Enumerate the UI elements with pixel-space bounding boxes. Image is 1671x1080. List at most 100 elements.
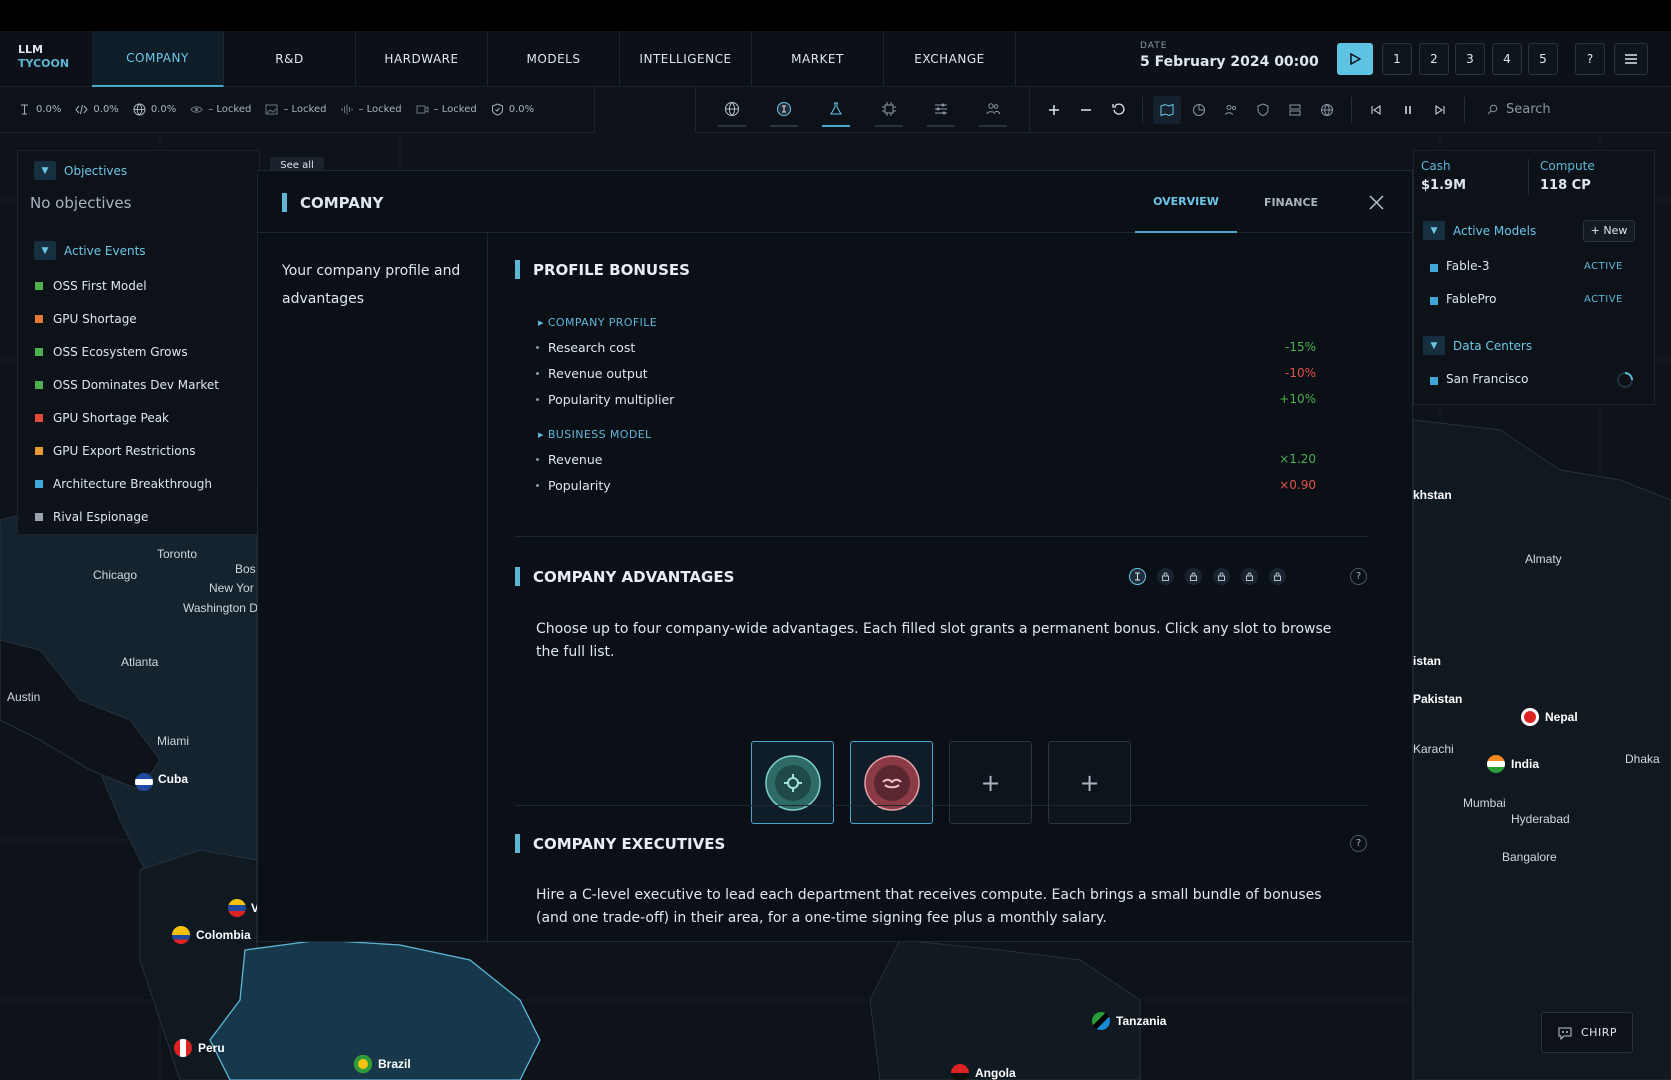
lock-icon[interactable] — [1241, 568, 1258, 585]
tab-hardware[interactable]: HARDWARE — [356, 31, 488, 87]
speed-4-button[interactable]: 4 — [1492, 43, 1522, 75]
datacenter-status-icon — [1430, 377, 1438, 385]
view-settings-button[interactable] — [926, 93, 955, 127]
map-search[interactable]: Search — [1487, 102, 1551, 117]
chip-icon — [881, 101, 896, 116]
tab-company[interactable]: COMPANY — [92, 31, 224, 87]
menu-button[interactable] — [1614, 43, 1648, 75]
active-models-header[interactable]: ▼ Active Models — [1423, 221, 1536, 240]
section-accent — [515, 834, 520, 853]
lock-icon[interactable] — [1157, 568, 1174, 585]
event-item[interactable]: OSS Dominates Dev Market — [18, 368, 258, 401]
event-status-icon — [35, 413, 43, 422]
layer-people-button[interactable] — [1217, 96, 1245, 124]
tab-rnd[interactable]: R&D — [224, 31, 356, 87]
lock-icon[interactable] — [1185, 568, 1202, 585]
executives-help-icon[interactable]: ? — [1350, 835, 1367, 852]
event-item[interactable]: GPU Shortage Peak — [18, 401, 258, 434]
company-profile-label[interactable]: ▸ COMPANY PROFILE — [538, 316, 657, 329]
active-events-header[interactable]: ▼ Active Events — [34, 241, 146, 260]
layer-map-button[interactable] — [1153, 95, 1181, 124]
cash-label: Cash — [1421, 159, 1451, 173]
bonus-value: -15% — [1284, 340, 1316, 354]
event-label: OSS First Model — [53, 278, 147, 293]
active-events-title: Active Events — [64, 243, 146, 258]
close-button[interactable] — [1361, 187, 1391, 217]
event-item[interactable]: GPU Shortage — [18, 302, 258, 335]
lock-icon[interactable] — [1213, 568, 1230, 585]
tab-overview[interactable]: OVERVIEW — [1135, 171, 1237, 233]
chirp-button[interactable]: CHIRP — [1541, 1012, 1633, 1053]
view-intel-button[interactable] — [770, 93, 799, 127]
bonus-row: Popularity ×0.90 — [536, 475, 1316, 495]
tab-finance[interactable]: FINANCE — [1241, 171, 1341, 233]
datacenter-item[interactable]: San Francisco — [1414, 370, 1654, 392]
speed-3-button[interactable]: 3 — [1455, 43, 1485, 75]
advantage-slot-1[interactable] — [751, 741, 834, 824]
zoom-out-button[interactable] — [1072, 96, 1100, 124]
skip-back-button[interactable] — [1362, 96, 1390, 124]
map-icon — [1160, 103, 1174, 116]
advantages-help-icon[interactable]: ? — [1350, 568, 1367, 585]
zoom-in-button[interactable] — [1040, 96, 1068, 124]
speed-2-button[interactable]: 2 — [1419, 43, 1449, 75]
event-item[interactable]: GPU Export Restrictions — [18, 434, 258, 467]
advantage-slot-2[interactable] — [850, 741, 933, 824]
event-status-icon — [35, 512, 43, 521]
tab-market[interactable]: MARKET — [752, 31, 884, 87]
intel-badge-icon[interactable] — [1129, 568, 1146, 585]
advantage-slot-3[interactable]: + — [949, 741, 1032, 824]
resources-divider — [1528, 159, 1529, 195]
view-switcher — [695, 87, 1030, 133]
stat-video-value: – Locked — [433, 104, 477, 115]
event-item[interactable]: Architecture Breakthrough — [18, 467, 258, 500]
view-hardware-button[interactable] — [874, 93, 903, 127]
text-cursor-icon — [21, 104, 28, 115]
pause-button[interactable] — [1394, 96, 1422, 124]
model-item[interactable]: FablePro ACTIVE — [1414, 290, 1654, 312]
event-status-icon — [35, 380, 43, 389]
speed-5-button[interactable]: 5 — [1528, 43, 1558, 75]
hamburger-icon — [1625, 54, 1637, 64]
company-advantages-header: COMPANY ADVANTAGES — [515, 567, 734, 586]
resources-panel: Cash $1.9M Compute 118 CP ▼ Active Model… — [1413, 150, 1655, 405]
layer-globe-button[interactable] — [1313, 96, 1341, 124]
layer-server-button[interactable] — [1281, 96, 1309, 124]
event-item[interactable]: OSS Ecosystem Grows — [18, 335, 258, 368]
data-centers-header[interactable]: ▼ Data Centers — [1423, 336, 1532, 355]
advantage-slot-4[interactable]: + — [1048, 741, 1131, 824]
play-button[interactable] — [1337, 43, 1373, 75]
layer-pie-button[interactable] — [1185, 96, 1213, 124]
view-people-button[interactable] — [978, 93, 1007, 127]
close-icon — [1368, 194, 1384, 210]
business-model-label-text: BUSINESS MODEL — [547, 428, 652, 441]
event-item[interactable]: OSS First Model — [18, 269, 258, 302]
section-divider — [515, 536, 1368, 537]
logo-line-2: TYCOON — [18, 57, 70, 70]
tab-models[interactable]: MODELS — [488, 31, 620, 87]
view-research-button[interactable] — [822, 93, 851, 127]
lock-icon[interactable] — [1269, 568, 1286, 585]
chevron-down-icon: ▼ — [1423, 221, 1445, 240]
help-button[interactable]: ? — [1575, 43, 1605, 75]
view-globe-button[interactable] — [718, 93, 747, 127]
model-name: FablePro — [1446, 292, 1497, 306]
event-label: GPU Export Restrictions — [53, 443, 196, 458]
tab-exchange[interactable]: EXCHANGE — [884, 31, 1016, 87]
objectives-header[interactable]: ▼ Objectives — [34, 161, 127, 180]
reset-view-button[interactable] — [1104, 96, 1132, 124]
layer-shield-button[interactable] — [1249, 96, 1277, 124]
section-accent — [515, 567, 520, 586]
new-model-button[interactable]: + New — [1583, 220, 1635, 242]
event-item[interactable]: Rival Espionage — [18, 500, 258, 533]
model-item[interactable]: Fable-3 ACTIVE — [1414, 257, 1654, 279]
tab-intelligence[interactable]: INTELLIGENCE — [620, 31, 752, 87]
bonus-label: Popularity — [548, 477, 611, 493]
business-model-label[interactable]: ▸ BUSINESS MODEL — [538, 428, 652, 441]
speed-1-button[interactable]: 1 — [1382, 43, 1412, 75]
toolbar-divider — [1142, 96, 1143, 123]
stat-code-value: 0.0% — [93, 104, 119, 115]
people-icon — [1225, 104, 1237, 115]
section-accent — [515, 260, 520, 279]
skip-forward-button[interactable] — [1426, 96, 1454, 124]
